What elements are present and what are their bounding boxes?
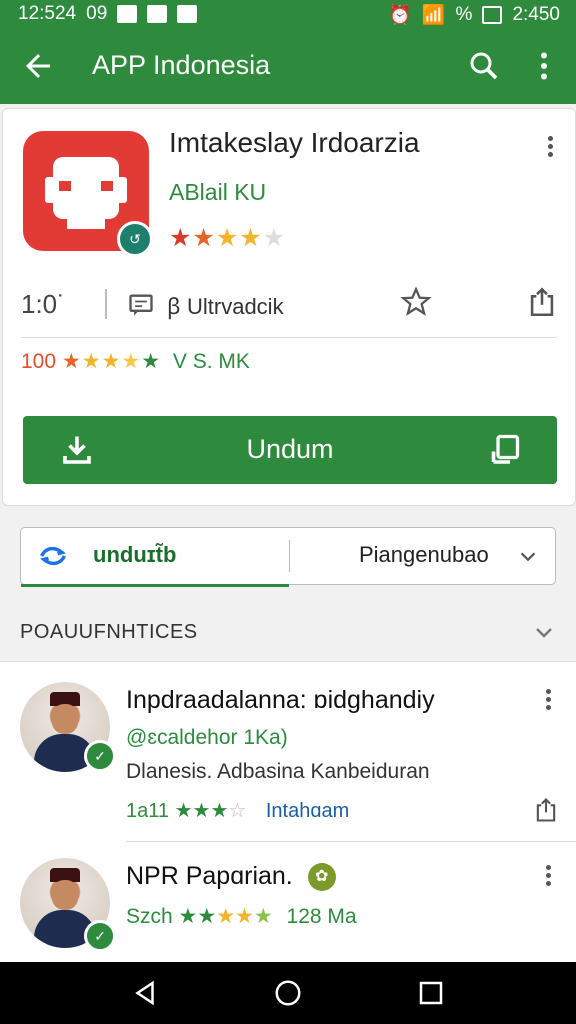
status-time-right: 2:450 [512, 4, 560, 25]
item-meta: Szch ★★★★★ 128 Ma [126, 904, 357, 929]
app-title: Imtakeslay Irdoarzia [169, 127, 420, 158]
item-more-icon[interactable] [541, 862, 555, 892]
app-size: 1:0˙ [21, 289, 66, 319]
result-list: ✓ Inpdraadalanna: ɒidghandiy @ɛcaldehor … [0, 662, 576, 962]
badge-icon: ✿ [307, 863, 336, 892]
search-icon[interactable] [466, 48, 502, 84]
notification-icon [147, 5, 168, 23]
notification-icon [177, 5, 198, 23]
developer-name[interactable]: ABlail KU [169, 179, 266, 206]
chevron-down-icon[interactable] [517, 546, 539, 568]
battery-label: % [455, 4, 473, 25]
download-label: Undum [246, 434, 334, 464]
item-rating-value: 128 Ma [286, 905, 357, 928]
item-link[interactable]: Intahɑam [266, 800, 349, 822]
avatar-face [52, 880, 78, 910]
item-stars: ★★★☆ [174, 800, 247, 822]
verified-check-icon: ✓ [84, 740, 116, 772]
item-name: Inpdraadalanna: ɒidghandiy [126, 686, 435, 714]
back-triangle-icon[interactable] [130, 978, 160, 1008]
alarm-icon: ⏰ [388, 5, 412, 26]
stat-text: ꞵ Ultrvadcik [167, 294, 284, 319]
item-subtitle: @ɛcaldehor 1Ka) [126, 726, 288, 749]
home-circle-icon[interactable] [273, 978, 303, 1008]
status-bar: 12:524 09 ⏰ 📶 % 2:450 [0, 0, 576, 30]
toggle-left-option[interactable]: unduɪt̃b [21, 528, 289, 587]
item-more-icon[interactable] [541, 686, 555, 716]
system-navigation-bar [0, 962, 576, 1024]
rating-text: V S. MK [172, 350, 250, 373]
toggle-right-label[interactable]: Piangenubao [359, 542, 489, 568]
back-arrow-icon[interactable] [20, 48, 56, 84]
app-detail-card: ↺ Imtakeslay Irdoarzia ABlail KU ★★★★★ 1… [2, 108, 576, 506]
list-item[interactable]: ✓ Inpdraadalanna: ɒidghandiy @ɛcaldehor … [0, 662, 576, 842]
rating-count: 100 [21, 350, 57, 373]
rating-summary: 100 ★★★★★ V S. MK [21, 349, 250, 374]
status-time: 12:524 [18, 3, 77, 24]
item-name: NPR Papɑrian. ✿ [126, 862, 336, 892]
wifi-icon: 📶 [421, 5, 446, 26]
verified-badge-icon: ↺ [117, 221, 153, 257]
device-icon [491, 434, 520, 464]
section-title: POAUUFNHTICES [20, 621, 198, 643]
share-icon[interactable] [525, 285, 559, 319]
item-rating: 1a11 [126, 800, 170, 822]
notification-icon [117, 5, 138, 23]
section-header[interactable]: POAUUFNHTICES [0, 605, 576, 662]
battery-icon [482, 6, 503, 24]
recents-square-icon[interactable] [416, 978, 446, 1008]
app-bar: APP Indonesia [0, 30, 576, 104]
download-button[interactable]: Undum [23, 416, 557, 484]
install-options-toggle: unduɪt̃b Piangenubao [20, 527, 556, 587]
item-stars: ★★★★★ [178, 905, 273, 928]
link-icon [40, 547, 66, 565]
item-meta: 1a11 ★★★☆ Intahɑam [126, 798, 349, 823]
list-item[interactable]: ✓ NPR Papɑrian. ✿ Szch ★★★★★ 128 Ma [0, 842, 576, 962]
toggle-left-label: unduɪt̃b [93, 542, 177, 567]
divider [21, 337, 557, 338]
rating-stars: ★★★★★ [169, 224, 287, 252]
item-name-text: NPR Papɑrian. [126, 862, 293, 890]
status-icon-text: 09 [86, 3, 108, 24]
divider [289, 540, 290, 572]
avatar-face [52, 704, 78, 734]
chevron-down-icon[interactable] [532, 621, 556, 645]
more-vert-icon[interactable] [530, 48, 558, 84]
app-bar-title: APP Indonesia [92, 50, 271, 80]
share-icon[interactable] [532, 796, 560, 824]
rating-summary-stars: ★★★★★ [61, 350, 162, 373]
wishlist-star-icon[interactable] [399, 285, 433, 319]
card-more-icon[interactable] [543, 133, 557, 163]
verified-check-icon: ✓ [84, 920, 116, 952]
item-description: Dlanesis. Adbasina Kanbeiduran [126, 760, 430, 783]
divider [105, 289, 107, 319]
message-icon [129, 294, 153, 316]
item-subtitle: Szch [126, 905, 173, 928]
stat-row: 1:0˙ ꞵ Ultrvadcik [3, 279, 575, 329]
